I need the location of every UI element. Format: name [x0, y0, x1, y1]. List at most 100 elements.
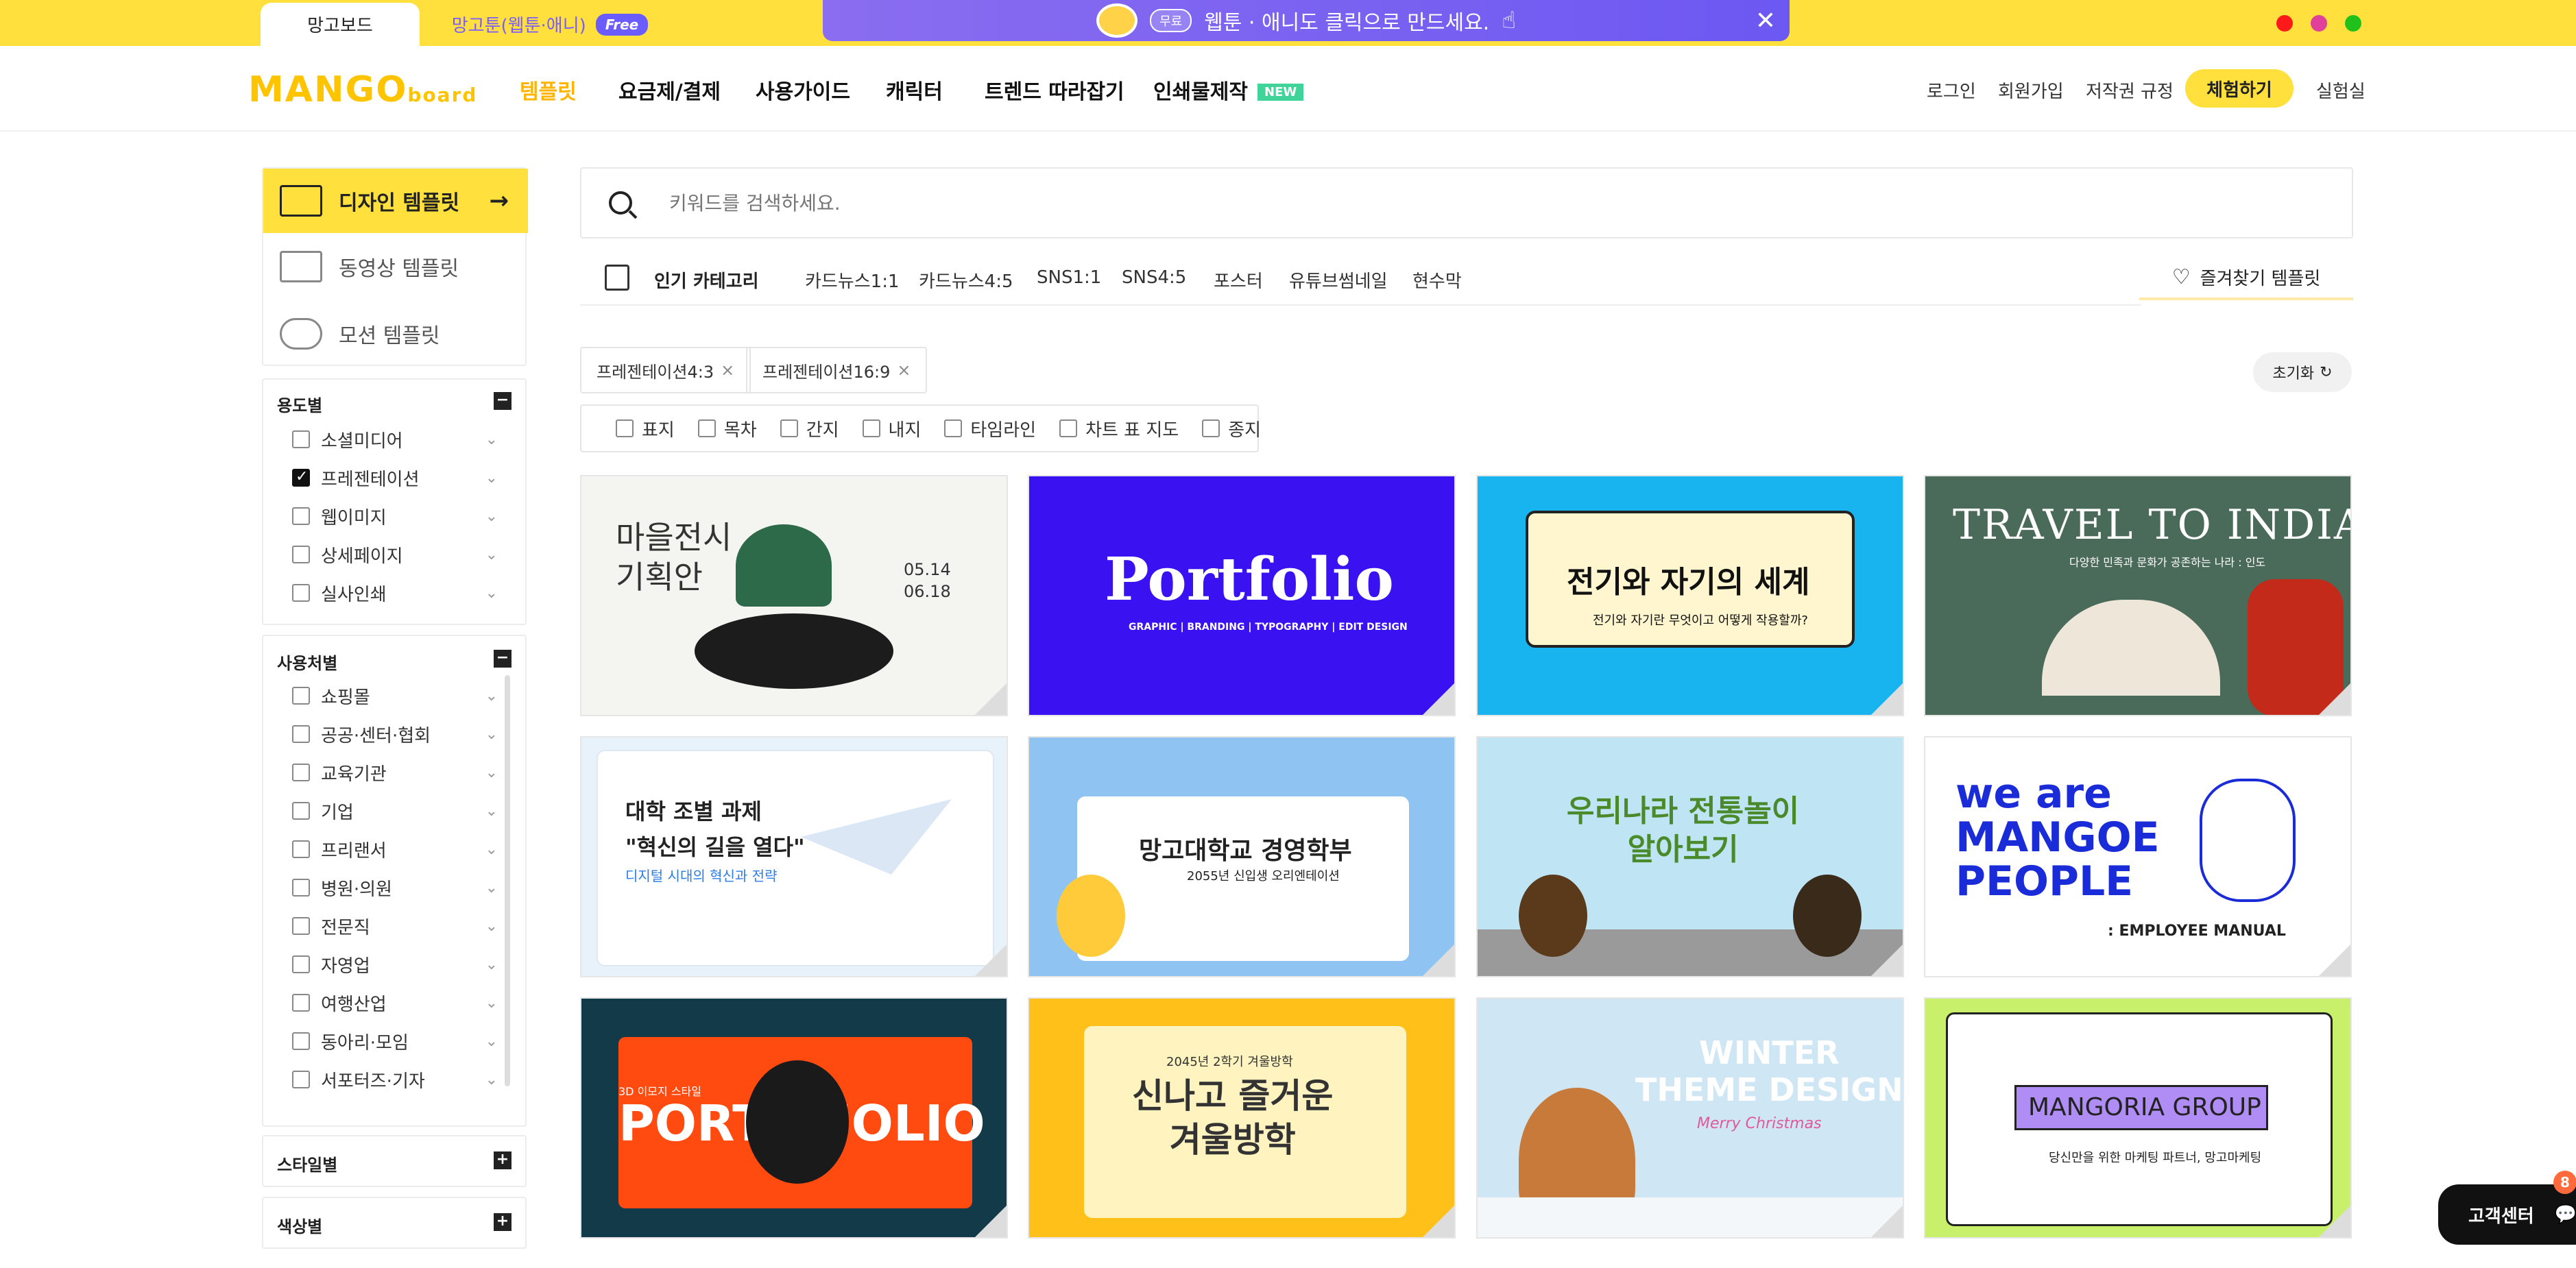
nav-character[interactable]: 캐릭터	[886, 75, 943, 105]
filter-item-user[interactable]: 쇼핑몰 ⌄	[292, 684, 498, 708]
filter-chip[interactable]: 프레젠테이션16:9 ×	[746, 347, 928, 393]
template-card[interactable]: 2045년 2학기 겨울방학 신나고 즐거운 겨울방학	[1028, 997, 1456, 1239]
checkbox[interactable]	[780, 419, 798, 437]
popular-cardnews-1-1[interactable]: 카드뉴스1:1	[805, 267, 900, 293]
chevron-down-icon[interactable]: ⌄	[485, 803, 498, 820]
filter-item-user[interactable]: 프리랜서 ⌄	[292, 838, 498, 862]
template-card[interactable]: 대학 조별 과제 "혁신의 길을 열다" 디지털 시대의 혁신과 전략	[580, 736, 1008, 977]
copyright-link[interactable]: 저작권 규정	[2086, 77, 2174, 103]
close-icon[interactable]: ×	[897, 361, 911, 380]
nav-print[interactable]: 인쇄물제작 NEW	[1153, 75, 1304, 105]
filter-item-user[interactable]: 전문직 ⌄	[292, 914, 498, 938]
subfilter-cover[interactable]: 표지	[616, 416, 675, 441]
chevron-down-icon[interactable]: ⌄	[485, 431, 498, 448]
chevron-down-icon[interactable]: ⌄	[485, 687, 498, 705]
chevron-down-icon[interactable]: ⌄	[485, 508, 498, 525]
popular-poster[interactable]: 포스터	[1214, 267, 1263, 293]
checkbox[interactable]	[292, 802, 310, 820]
popular-sns-1-1[interactable]: SNS1:1	[1037, 267, 1101, 288]
checkbox[interactable]	[616, 419, 634, 437]
template-card[interactable]: TRAVEL TO INDIA 다양한 민족과 문화가 공존하는 나라 : 인도	[1924, 475, 2352, 716]
instagram-icon[interactable]	[2311, 15, 2327, 32]
search-icon[interactable]	[609, 191, 632, 215]
filter-item-print[interactable]: 실사인쇄 ⌄	[292, 581, 498, 605]
lab-link[interactable]: 실험실	[2316, 77, 2366, 103]
chevron-down-icon[interactable]: ⌄	[485, 879, 498, 897]
close-icon[interactable]: ✕	[1755, 7, 1776, 35]
filter-item-social[interactable]: 소셜미디어 ⌄	[292, 428, 498, 452]
chevron-down-icon[interactable]: ⌄	[485, 956, 498, 973]
chevron-down-icon[interactable]: ⌄	[485, 918, 498, 935]
filter-item-presentation[interactable]: 프레젠테이션 ⌄	[292, 466, 498, 490]
filter-item-web[interactable]: 웹이미지 ⌄	[292, 504, 498, 528]
nav-guide[interactable]: 사용가이드	[756, 75, 850, 105]
template-card[interactable]: 망고대학교 경영학부 2055년 신입생 오리엔테이션	[1028, 736, 1456, 977]
nav-pricing[interactable]: 요금제/결제	[618, 75, 721, 105]
subfilter-chart[interactable]: 차트 표 지도	[1059, 416, 1179, 441]
login-link[interactable]: 로그인	[1927, 77, 1976, 103]
popular-banner[interactable]: 현수막	[1412, 267, 1462, 293]
checkbox[interactable]	[292, 764, 310, 781]
video-template-button[interactable]: 동영상 템플릿	[280, 251, 459, 282]
subfilter-end[interactable]: 종지	[1202, 416, 1261, 441]
checkbox[interactable]	[1202, 419, 1220, 437]
close-icon[interactable]: ×	[721, 361, 734, 380]
chevron-down-icon[interactable]: ⌄	[485, 1033, 498, 1050]
checkbox[interactable]	[292, 725, 310, 743]
checkbox[interactable]	[292, 1071, 310, 1088]
signup-link[interactable]: 회원가입	[1998, 77, 2064, 103]
favorites-button[interactable]: ♡ 즐겨찾기 템플릿	[2139, 256, 2353, 300]
filter-item-user[interactable]: 동아리·모임 ⌄	[292, 1029, 498, 1053]
filter-item-user[interactable]: 공공·센터·협회 ⌄	[292, 722, 498, 746]
expand-icon[interactable]: +	[494, 1213, 511, 1231]
trial-button[interactable]: 체험하기	[2185, 69, 2294, 108]
subfilter-inner[interactable]: 내지	[862, 416, 921, 441]
checkbox[interactable]	[292, 917, 310, 935]
collapse-icon[interactable]: −	[494, 392, 511, 410]
filter-item-user[interactable]: 서포터즈·기자 ⌄	[292, 1068, 498, 1092]
checkbox[interactable]	[292, 1032, 310, 1050]
chevron-down-icon[interactable]: ⌄	[485, 764, 498, 781]
chevron-down-icon[interactable]: ⌄	[485, 726, 498, 743]
chevron-down-icon[interactable]: ⌄	[485, 995, 498, 1012]
design-template-button[interactable]: 디자인 템플릿 →	[263, 169, 528, 233]
checkbox[interactable]	[292, 584, 310, 602]
chevron-down-icon[interactable]: ⌄	[485, 546, 498, 563]
template-card[interactable]: we are MANGOE PEOPLE : EMPLOYEE MANUAL	[1924, 736, 2352, 977]
collapse-icon[interactable]: −	[494, 650, 511, 668]
popular-youtube-thumb[interactable]: 유튜브썸네일	[1289, 267, 1388, 293]
checkbox[interactable]	[292, 840, 310, 858]
template-card[interactable]: 전기와 자기의 세계 전기와 자기란 무엇이고 어떻게 작용할까?	[1476, 475, 1904, 716]
search-input[interactable]	[669, 191, 2246, 215]
youtube-icon[interactable]	[2276, 15, 2293, 32]
checkbox[interactable]	[292, 687, 310, 705]
expand-icon[interactable]: +	[494, 1151, 511, 1169]
checkbox[interactable]	[292, 546, 310, 563]
filter-item-user[interactable]: 자영업 ⌄	[292, 953, 498, 977]
motion-template-button[interactable]: 모션 템플릿	[280, 318, 440, 350]
chevron-down-icon[interactable]: ⌄	[485, 470, 498, 487]
popular-sns-4-5[interactable]: SNS4:5	[1122, 267, 1186, 288]
nav-templates[interactable]: 템플릿	[520, 75, 577, 105]
naver-icon[interactable]	[2345, 15, 2361, 32]
checkbox[interactable]	[292, 507, 310, 525]
style-filter[interactable]: 스타일별 +	[262, 1135, 527, 1187]
subfilter-toc[interactable]: 목차	[697, 416, 757, 441]
checkbox[interactable]	[697, 419, 716, 437]
chevron-down-icon[interactable]: ⌄	[485, 1071, 498, 1088]
checkbox-checked[interactable]	[292, 468, 310, 487]
template-card[interactable]: 3D 이모지 스타일 PORT FOLIO	[580, 997, 1008, 1239]
filter-item-detail[interactable]: 상세페이지 ⌄	[292, 543, 498, 567]
filter-item-user[interactable]: 여행산업 ⌄	[292, 991, 498, 1015]
tab-mangoboard[interactable]: 망고보드	[261, 3, 420, 46]
subfilter-divider[interactable]: 간지	[780, 416, 839, 441]
checkbox[interactable]	[292, 955, 310, 973]
filter-item-user[interactable]: 병원·의원 ⌄	[292, 876, 498, 900]
checkbox[interactable]	[292, 430, 310, 448]
nav-trends[interactable]: 트렌드 따라잡기	[985, 75, 1124, 105]
chevron-down-icon[interactable]: ⌄	[485, 841, 498, 858]
customer-center-button[interactable]: 고객센터 💬	[2438, 1184, 2576, 1245]
popular-cardnews-4-5[interactable]: 카드뉴스4:5	[919, 267, 1013, 293]
mangoboard-logo[interactable]: MANGOboard	[248, 69, 477, 110]
filter-item-user[interactable]: 교육기관 ⌄	[292, 761, 498, 785]
